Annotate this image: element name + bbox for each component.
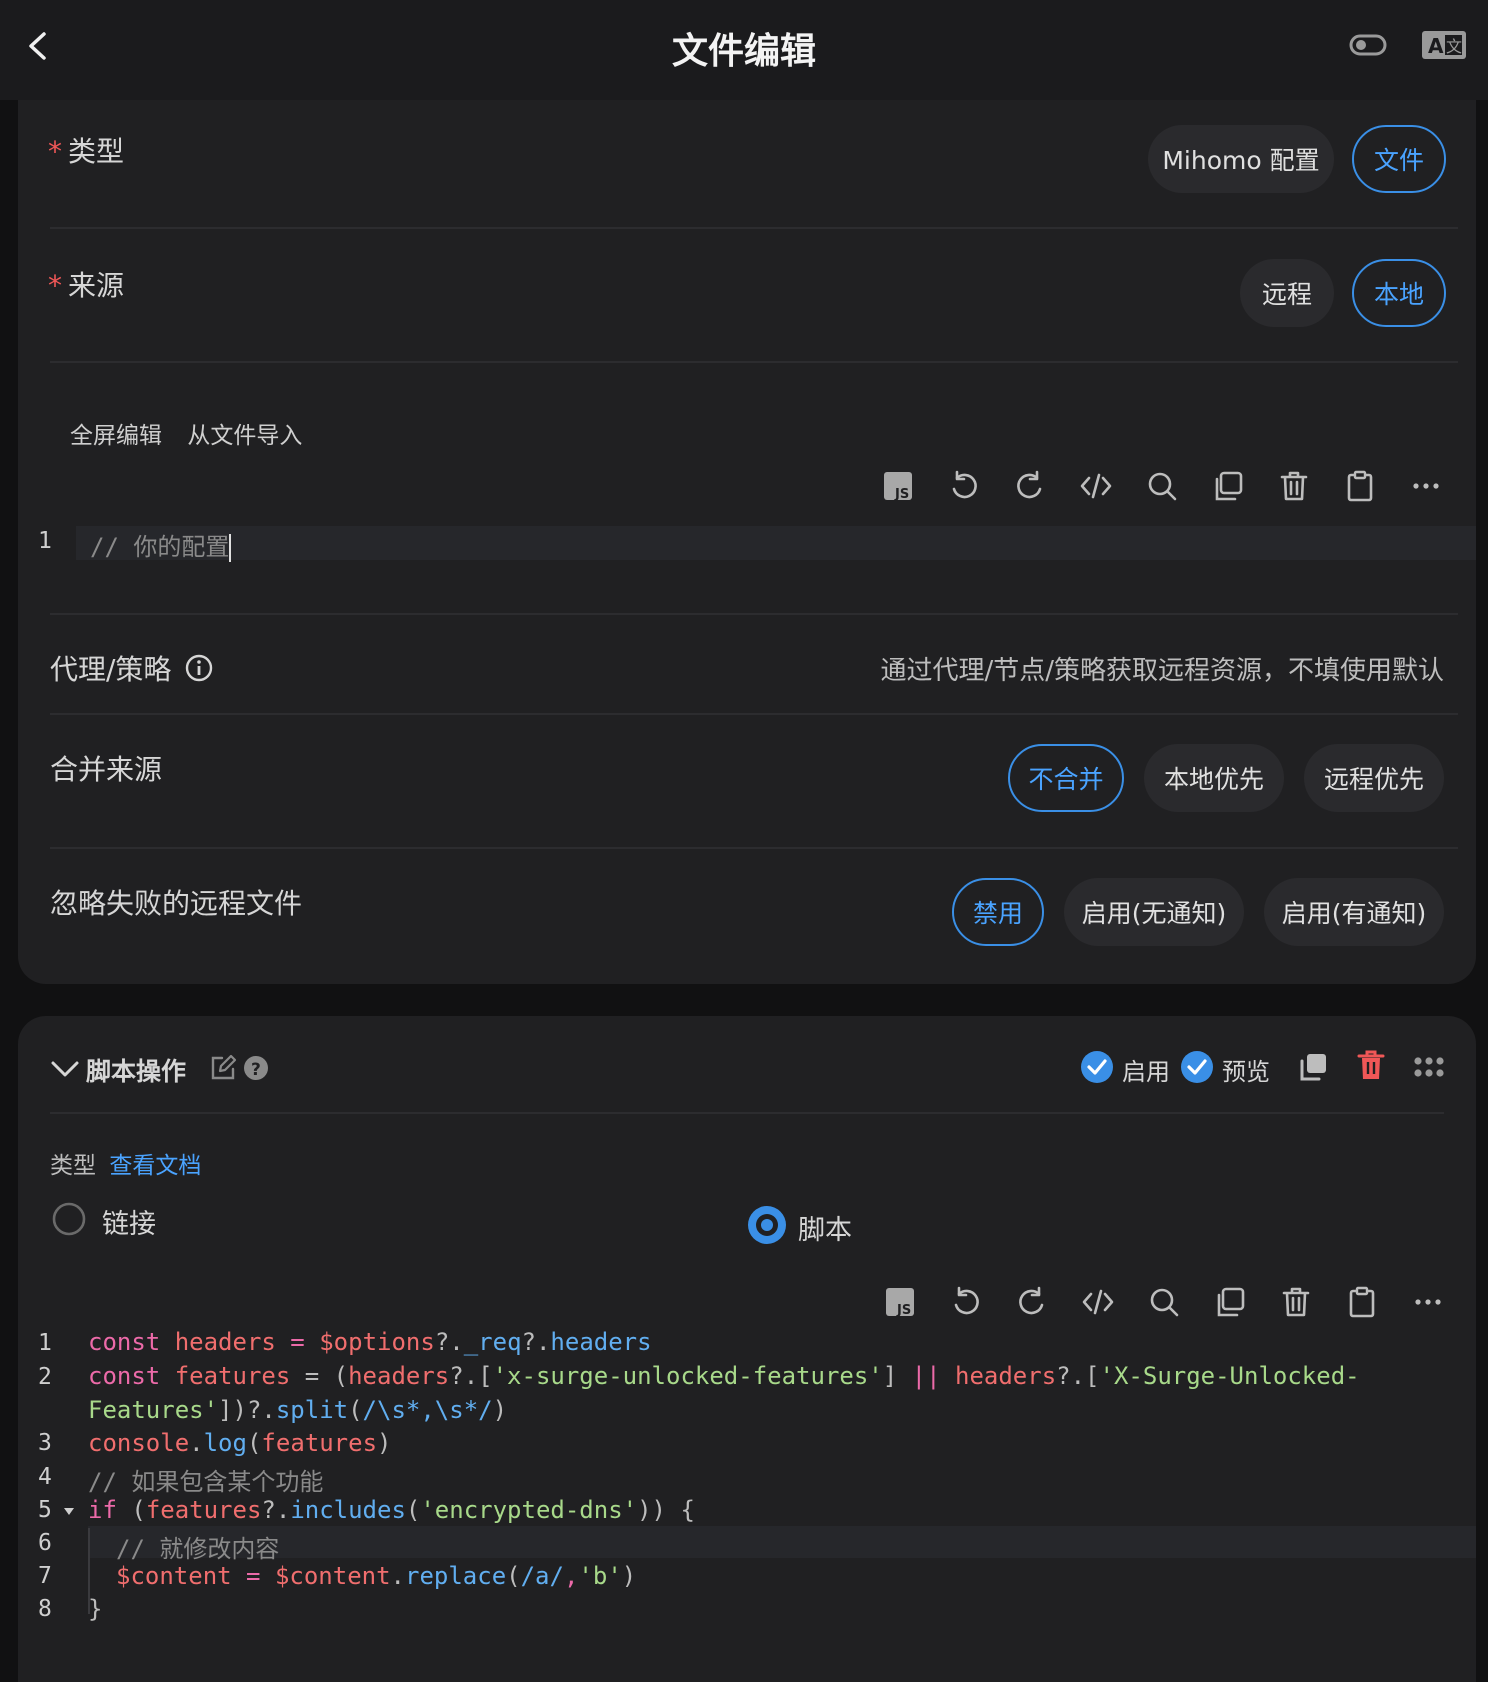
script-type-row: 类型 查看文档 <box>50 1153 202 1179</box>
trash-icon[interactable] <box>1274 1280 1318 1324</box>
enable-check-icon[interactable] <box>1080 1050 1114 1084</box>
search-icon[interactable] <box>1140 464 1184 508</box>
line-number: 5 <box>38 1497 52 1523</box>
more-icon[interactable] <box>1406 1280 1450 1324</box>
code-line[interactable]: } <box>88 1595 102 1623</box>
code-line[interactable]: console.log(features) <box>88 1429 391 1457</box>
preview-check-icon[interactable] <box>1180 1050 1214 1084</box>
svg-text:JS: JS <box>894 487 909 502</box>
fullscreen-edit-link[interactable]: 全屏编辑 <box>70 423 162 449</box>
translate-icon[interactable]: A文 <box>1420 28 1468 62</box>
code-line[interactable]: // 如果包含某个功能 <box>88 1462 323 1497</box>
ignore-failed-label: 忽略失败的远程文件 <box>50 887 303 920</box>
search-icon[interactable] <box>1142 1280 1186 1324</box>
line-number: 1 <box>38 1330 52 1356</box>
radio-link[interactable] <box>52 1202 86 1236</box>
code-line[interactable]: $content = $content.replace(/a/,'b') <box>116 1562 636 1590</box>
source-label: * 来源 <box>48 269 125 302</box>
proxy-label: 代理/策略 <box>50 648 214 690</box>
clipboard-icon[interactable] <box>1340 1280 1384 1324</box>
copy-icon[interactable] <box>1206 464 1250 508</box>
type-option-mihomo[interactable]: Mihomo 配置 <box>1148 125 1334 193</box>
divider <box>50 227 1458 229</box>
top-bar: 文件编辑 A文 <box>0 0 1488 100</box>
merge-label: 合并来源 <box>50 753 163 786</box>
fold-caret-icon[interactable] <box>62 1503 76 1517</box>
help-icon[interactable]: ? <box>242 1054 270 1082</box>
ignore-option-no-notify[interactable]: 启用(无通知) <box>1064 878 1244 946</box>
edit-icon[interactable] <box>208 1053 238 1083</box>
source-option-local[interactable]: 本地 <box>1352 259 1446 327</box>
svg-text:?: ? <box>251 1060 261 1080</box>
line-number: 3 <box>38 1430 52 1456</box>
code-icon[interactable] <box>1074 464 1118 508</box>
duplicate-icon[interactable] <box>1296 1050 1330 1084</box>
type-option-file[interactable]: 文件 <box>1352 125 1446 193</box>
radio-script[interactable] <box>746 1204 788 1246</box>
source-option-remote[interactable]: 远程 <box>1240 259 1334 327</box>
code-line[interactable]: // 你的配置 <box>90 527 232 562</box>
view-docs-link[interactable]: 查看文档 <box>109 1153 201 1179</box>
svg-text:JS: JS <box>896 1303 911 1318</box>
editor-links: 全屏编辑 从文件导入 <box>70 416 302 450</box>
merge-option-local-first[interactable]: 本地优先 <box>1144 744 1284 812</box>
info-icon[interactable] <box>184 653 214 690</box>
merge-option-none[interactable]: 不合并 <box>1008 744 1124 812</box>
line-number: 1 <box>38 528 52 554</box>
code-line-wrap[interactable]: Features'])?.split(/\s*,\s*/) <box>88 1396 507 1424</box>
page-title: 文件编辑 <box>671 31 816 72</box>
preview-label[interactable]: 预览 <box>1222 1052 1270 1087</box>
divider <box>50 361 1458 363</box>
toggle-icon[interactable] <box>1348 30 1388 60</box>
more-icon[interactable] <box>1404 464 1448 508</box>
code-line[interactable]: if (features?.includes('encrypted-dns'))… <box>88 1496 695 1524</box>
js-icon[interactable]: JS <box>878 1280 922 1324</box>
import-file-link[interactable]: 从文件导入 <box>187 423 302 449</box>
file-settings-card: * 类型 Mihomo 配置 文件 * 来源 远程 本地 全屏编辑 从文件导入 JS… <box>18 100 1476 984</box>
script-operation-card: 脚本操作 ? 启用 预览 类型 查看文档 链接 脚本 JS 1 2 3 4 5 … <box>18 1016 1476 1682</box>
enable-label[interactable]: 启用 <box>1122 1052 1170 1087</box>
line-number: 6 <box>38 1530 52 1556</box>
collapse-chevron-icon[interactable] <box>48 1052 82 1086</box>
radio-script-label[interactable]: 脚本 <box>798 1208 852 1247</box>
svg-text:文: 文 <box>1446 37 1462 56</box>
svg-text:A: A <box>1428 34 1444 58</box>
delete-icon[interactable] <box>1354 1048 1388 1082</box>
undo-icon[interactable] <box>942 464 986 508</box>
type-label: * 类型 <box>48 135 125 168</box>
copy-icon[interactable] <box>1208 1280 1252 1324</box>
active-line-highlight <box>88 1526 1476 1558</box>
drag-handle-icon[interactable] <box>1412 1050 1446 1084</box>
radio-link-label[interactable]: 链接 <box>102 1202 156 1241</box>
proxy-input[interactable]: 通过代理/节点/策略获取远程资源，不填使用默认 <box>880 650 1444 687</box>
redo-icon[interactable] <box>1010 1280 1054 1324</box>
script-editor-toolbar: JS <box>878 1280 1450 1324</box>
clipboard-icon[interactable] <box>1338 464 1382 508</box>
divider <box>50 1112 1444 1114</box>
trash-icon[interactable] <box>1272 464 1316 508</box>
code-line[interactable]: const headers = $options?._req?.headers <box>88 1328 652 1356</box>
js-icon[interactable]: JS <box>876 464 920 508</box>
ignore-option-disabled[interactable]: 禁用 <box>952 878 1044 946</box>
line-number: 2 <box>38 1364 52 1390</box>
divider <box>50 713 1458 715</box>
script-card-title: 脚本操作 <box>86 1057 187 1086</box>
active-line-highlight <box>76 526 1476 560</box>
divider <box>50 613 1458 615</box>
code-line[interactable]: const features = (headers?.['x-surge-unl… <box>88 1362 1360 1390</box>
editor-toolbar: JS <box>876 464 1448 508</box>
redo-icon[interactable] <box>1008 464 1052 508</box>
divider <box>50 847 1458 849</box>
code-line[interactable]: // 就修改内容 <box>116 1529 279 1564</box>
ignore-option-notify[interactable]: 启用(有通知) <box>1264 878 1444 946</box>
merge-option-remote-first[interactable]: 远程优先 <box>1304 744 1444 812</box>
line-number: 8 <box>38 1596 52 1622</box>
undo-icon[interactable] <box>944 1280 988 1324</box>
code-icon[interactable] <box>1076 1280 1120 1324</box>
line-number: 7 <box>38 1563 52 1589</box>
line-number: 4 <box>38 1464 52 1490</box>
